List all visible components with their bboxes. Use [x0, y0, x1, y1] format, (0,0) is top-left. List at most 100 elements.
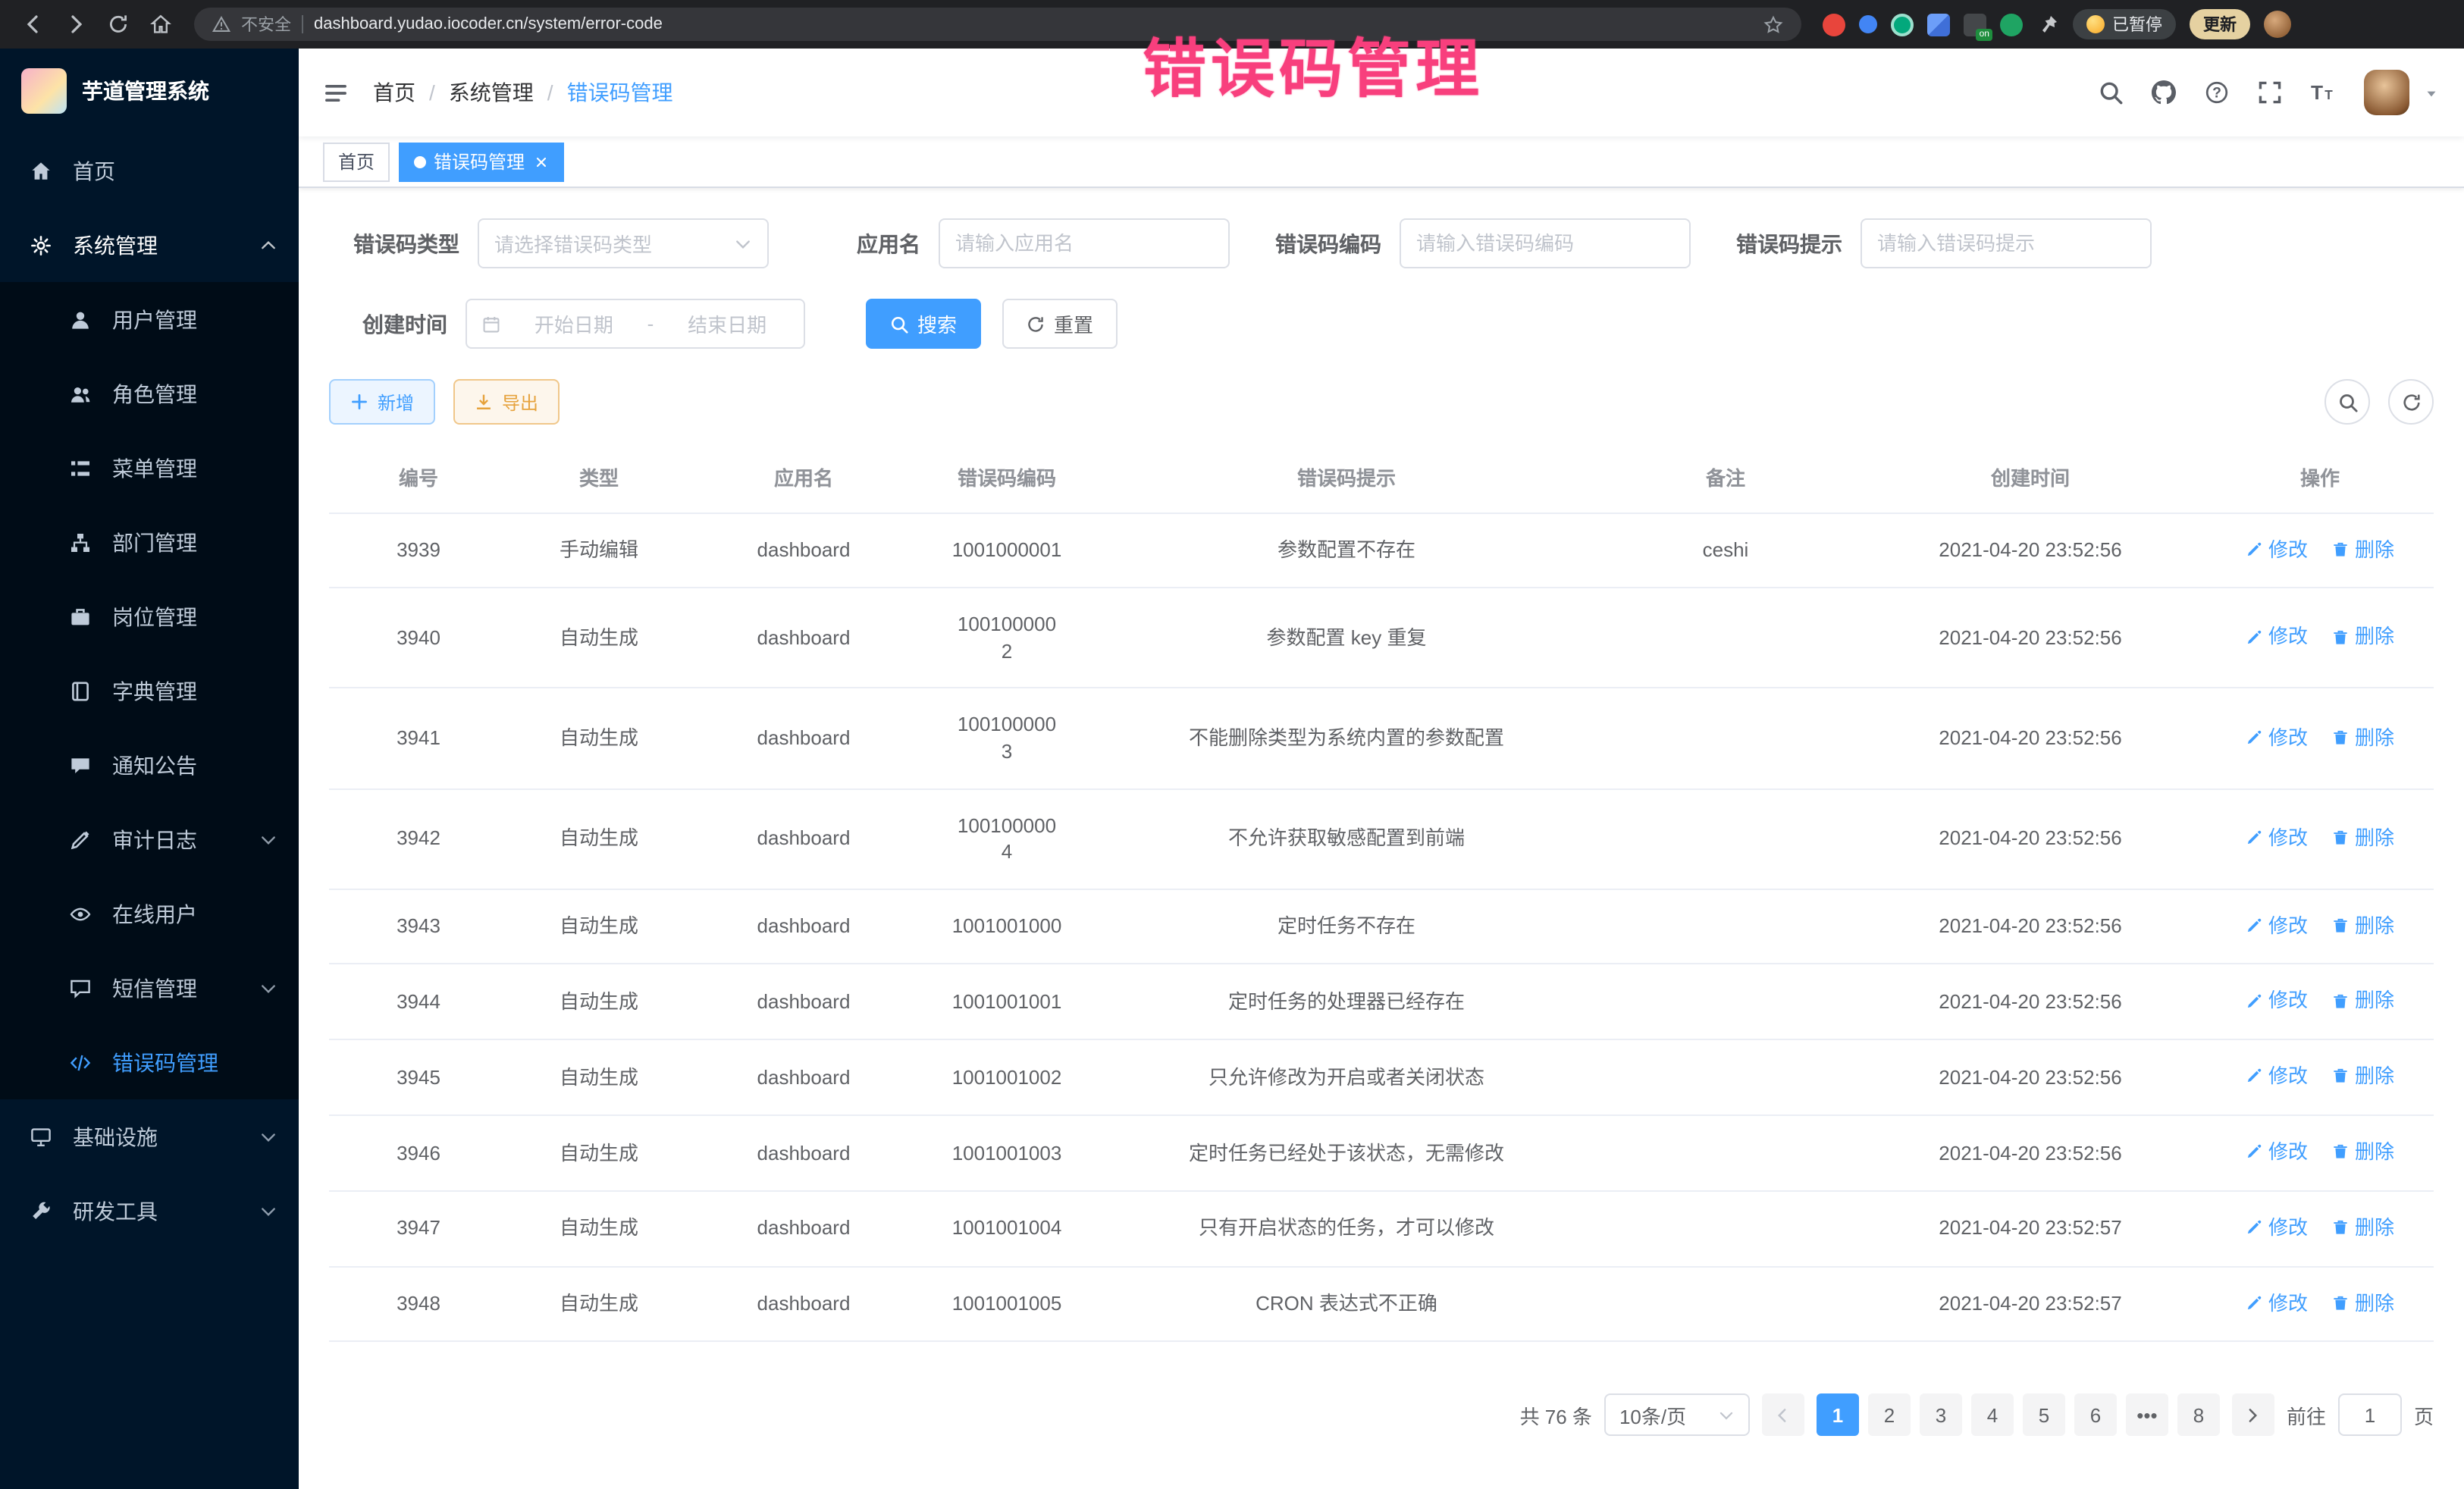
- extension-icon-green[interactable]: [1891, 13, 1914, 36]
- app-name-input[interactable]: [939, 218, 1230, 268]
- cell-note: [1597, 1191, 1854, 1267]
- sidebar-item-post-management[interactable]: 岗位管理: [0, 579, 299, 654]
- page-button-1[interactable]: 1: [1817, 1394, 1859, 1437]
- delete-link[interactable]: 删除: [2332, 624, 2394, 650]
- edit-link[interactable]: 修改: [2246, 1063, 2308, 1089]
- action-label: 删除: [2355, 988, 2394, 1014]
- user-avatar[interactable]: [2364, 70, 2409, 115]
- edit-icon: [70, 829, 92, 850]
- extension-icon-dark[interactable]: on: [1964, 13, 1986, 36]
- security-warning-icon[interactable]: [212, 15, 230, 33]
- paused-badge[interactable]: 已暂停: [2073, 9, 2176, 39]
- edit-link[interactable]: 修改: [2246, 1290, 2308, 1316]
- page-button-6[interactable]: 6: [2074, 1394, 2117, 1437]
- sidebar-toggle-icon[interactable]: [323, 80, 349, 105]
- delete-link[interactable]: 删除: [2332, 724, 2394, 751]
- edit-link[interactable]: 修改: [2246, 1215, 2308, 1241]
- pager-next-button[interactable]: [2232, 1394, 2274, 1437]
- help-icon[interactable]: ?: [2205, 80, 2229, 105]
- delete-link[interactable]: 删除: [2332, 824, 2394, 851]
- sidebar-item-role-management[interactable]: 角色管理: [0, 356, 299, 431]
- sidebar-item-system-management[interactable]: 系统管理: [0, 208, 299, 282]
- export-button[interactable]: 导出: [453, 379, 560, 425]
- search-button[interactable]: 搜索: [866, 299, 981, 349]
- edit-link[interactable]: 修改: [2246, 724, 2308, 751]
- delete-link[interactable]: 删除: [2332, 1290, 2394, 1316]
- create-time-range-picker[interactable]: 开始日期 - 结束日期: [466, 299, 805, 349]
- edit-link[interactable]: 修改: [2246, 824, 2308, 851]
- refresh-table-button[interactable]: [2388, 379, 2434, 425]
- delete-link[interactable]: 删除: [2332, 1215, 2394, 1241]
- page-button-3[interactable]: 3: [1920, 1394, 1962, 1437]
- sidebar-item-online-users[interactable]: 在线用户: [0, 876, 299, 951]
- extension-pin-icon[interactable]: [2036, 6, 2059, 42]
- error-type-select[interactable]: 请选择错误码类型: [478, 218, 769, 268]
- sidebar-item-error-code-management[interactable]: 错误码管理: [0, 1025, 299, 1099]
- avatar-caret-icon[interactable]: [2423, 84, 2440, 101]
- sidebar-item-home[interactable]: 首页: [0, 133, 299, 208]
- goto-page-input[interactable]: [2338, 1394, 2402, 1437]
- extension-icon-blue[interactable]: [1859, 15, 1877, 33]
- list-icon: [70, 457, 92, 478]
- fullscreen-icon[interactable]: [2258, 80, 2282, 105]
- sidebar-item-label: 错误码管理: [112, 1047, 218, 1077]
- pager-prev-button[interactable]: [1762, 1394, 1804, 1437]
- browser-home-icon[interactable]: [143, 6, 179, 42]
- edit-link[interactable]: 修改: [2246, 988, 2308, 1014]
- tag-home[interactable]: 首页: [323, 142, 390, 181]
- reset-button[interactable]: 重置: [1002, 299, 1118, 349]
- sidebar-item-user-management[interactable]: 用户管理: [0, 282, 299, 356]
- bookmark-star-icon[interactable]: [1763, 14, 1783, 34]
- sidebar-item-audit-log[interactable]: 审计日志: [0, 802, 299, 876]
- page-button-8[interactable]: 8: [2177, 1394, 2220, 1437]
- delete-link[interactable]: 删除: [2332, 988, 2394, 1014]
- sidebar-item-dict-management[interactable]: 字典管理: [0, 654, 299, 728]
- page-size-select[interactable]: 10条/页: [1604, 1394, 1750, 1437]
- browser-profile-avatar[interactable]: [2264, 11, 2291, 38]
- close-icon[interactable]: [534, 154, 549, 169]
- sidebar-item-label: 通知公告: [112, 750, 197, 780]
- extension-icon-grid[interactable]: [1927, 13, 1950, 36]
- font-size-icon[interactable]: TT: [2311, 80, 2335, 105]
- error-message-input[interactable]: [1861, 218, 2152, 268]
- github-icon[interactable]: [2152, 80, 2176, 105]
- app-logo[interactable]: 芋道管理系统: [0, 49, 299, 133]
- page-button-5[interactable]: 5: [2023, 1394, 2065, 1437]
- sidebar-item-dev-tools[interactable]: 研发工具: [0, 1174, 299, 1248]
- trash-icon: [2332, 829, 2349, 846]
- edit-link[interactable]: 修改: [2246, 624, 2308, 650]
- error-code-input[interactable]: [1400, 218, 1691, 268]
- chrome-update-button[interactable]: 更新: [2190, 9, 2250, 39]
- breadcrumb-home[interactable]: 首页: [373, 77, 449, 108]
- header-search-icon[interactable]: [2099, 80, 2123, 105]
- delete-link[interactable]: 删除: [2332, 912, 2394, 939]
- pager-more-button[interactable]: •••: [2126, 1394, 2168, 1437]
- add-button[interactable]: 新增: [329, 379, 435, 425]
- edit-link[interactable]: 修改: [2246, 1139, 2308, 1165]
- tag-error-code[interactable]: 错误码管理: [399, 142, 564, 181]
- extension-icon-leaf[interactable]: [2000, 13, 2023, 36]
- page-button-2[interactable]: 2: [1868, 1394, 1911, 1437]
- sidebar-item-menu-management[interactable]: 菜单管理: [0, 431, 299, 505]
- sidebar-item-notice[interactable]: 通知公告: [0, 728, 299, 802]
- sidebar-item-dept-management[interactable]: 部门管理: [0, 505, 299, 579]
- delete-link[interactable]: 删除: [2332, 1063, 2394, 1089]
- breadcrumb-system[interactable]: 系统管理: [449, 77, 567, 108]
- browser-forward-icon[interactable]: [58, 6, 94, 42]
- address-bar[interactable]: 不安全 dashboard.yudao.iocoder.cn/system/er…: [194, 8, 1801, 41]
- pencil-icon: [2246, 1219, 2262, 1236]
- monitor-icon: [30, 1126, 53, 1147]
- chevron-down-icon: [1718, 1407, 1735, 1424]
- toggle-search-button[interactable]: [2324, 379, 2370, 425]
- sidebar-item-sms-management[interactable]: 短信管理: [0, 951, 299, 1025]
- delete-link[interactable]: 删除: [2332, 536, 2394, 563]
- sidebar-item-infrastructure[interactable]: 基础设施: [0, 1099, 299, 1174]
- sidebar-menu: 首页系统管理用户管理角色管理菜单管理部门管理岗位管理字典管理通知公告审计日志在线…: [0, 133, 299, 1248]
- edit-link[interactable]: 修改: [2246, 536, 2308, 563]
- edit-link[interactable]: 修改: [2246, 912, 2308, 939]
- page-button-4[interactable]: 4: [1971, 1394, 2014, 1437]
- browser-back-icon[interactable]: [15, 6, 52, 42]
- delete-link[interactable]: 删除: [2332, 1139, 2394, 1165]
- extension-icon-red[interactable]: [1823, 13, 1845, 36]
- browser-reload-icon[interactable]: [100, 6, 136, 42]
